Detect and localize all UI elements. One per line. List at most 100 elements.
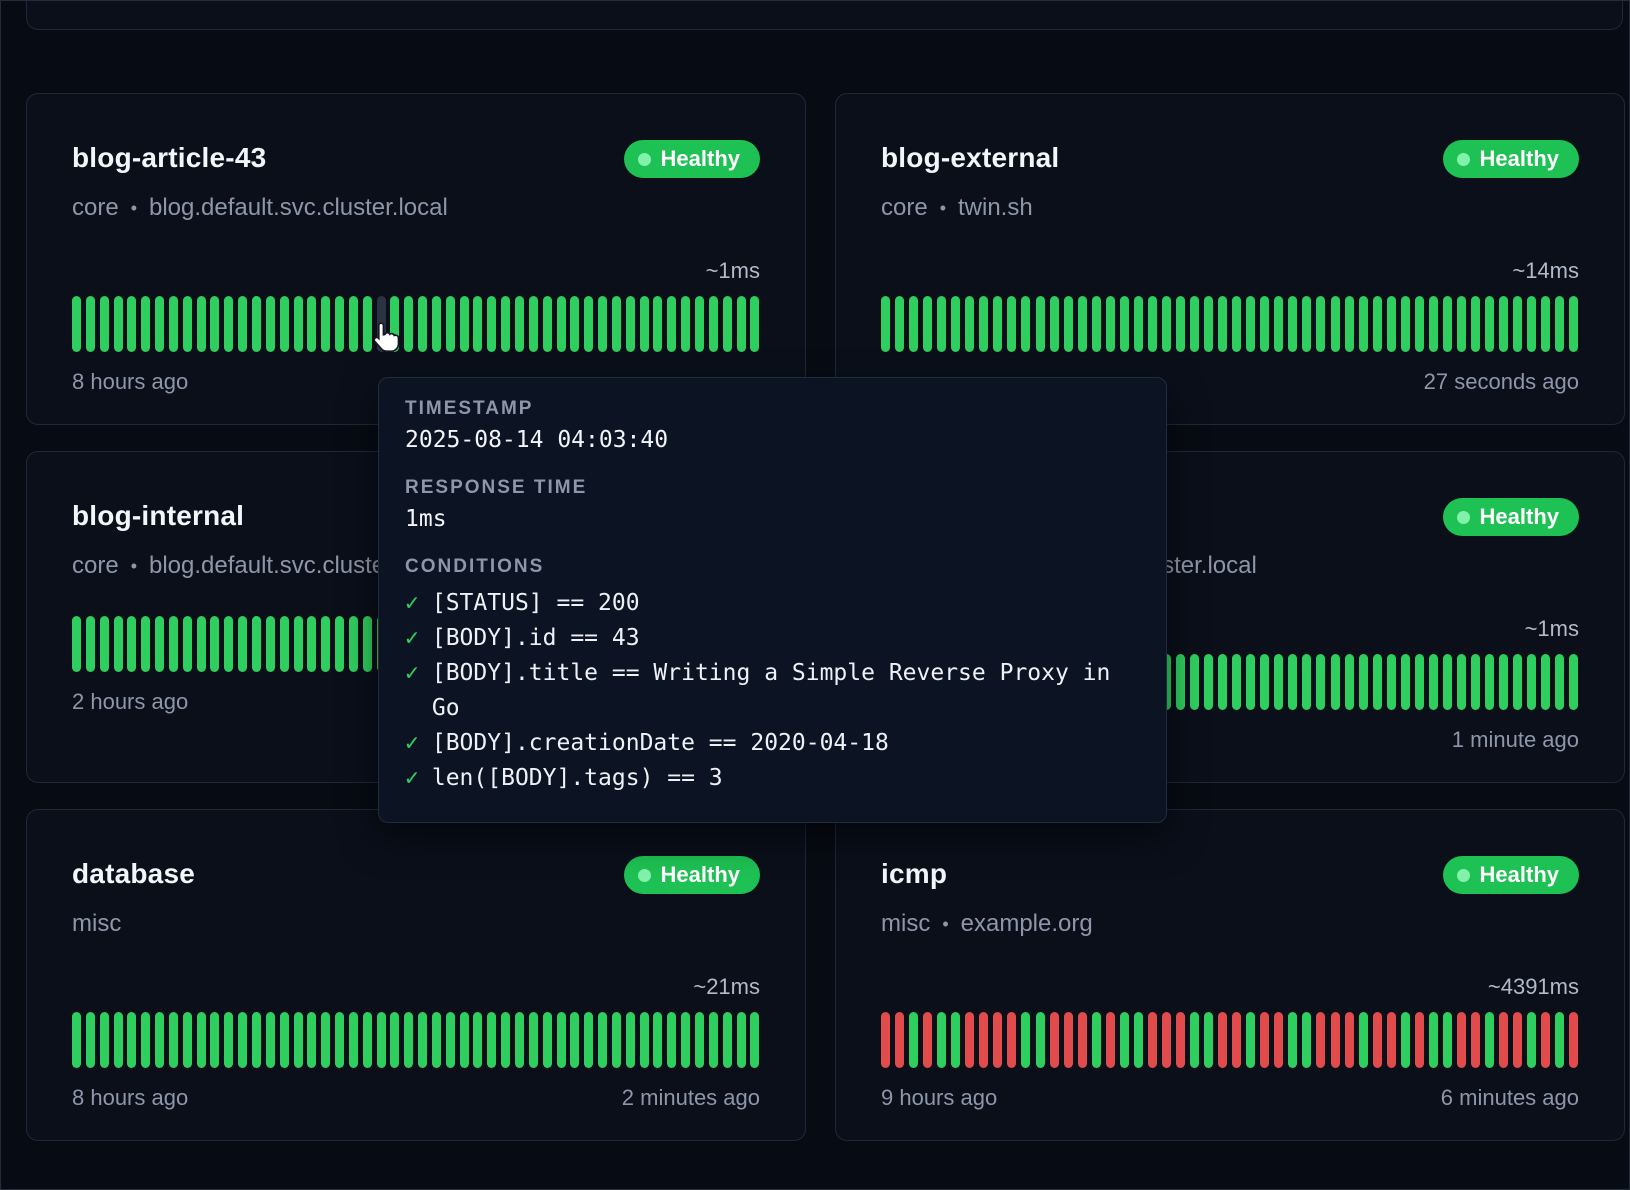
health-bar[interactable] (695, 296, 704, 352)
health-bar[interactable] (224, 296, 233, 352)
health-bar[interactable] (1106, 296, 1115, 352)
health-bar[interactable] (1429, 296, 1438, 352)
health-bar[interactable] (335, 296, 344, 352)
health-bar[interactable] (1288, 654, 1297, 710)
health-bar[interactable] (169, 1012, 178, 1068)
health-bar[interactable] (1064, 1012, 1073, 1068)
health-bar[interactable] (1204, 654, 1213, 710)
health-bar[interactable] (1359, 296, 1368, 352)
health-bar[interactable] (335, 1012, 344, 1068)
health-bar[interactable] (1359, 1012, 1368, 1068)
health-bar[interactable] (1050, 1012, 1059, 1068)
endpoint-card[interactable]: blog-external Healthy core • twin.sh ~14… (835, 93, 1625, 425)
health-bar[interactable] (1429, 654, 1438, 710)
health-bar[interactable] (1513, 1012, 1522, 1068)
health-bar[interactable] (169, 616, 178, 672)
health-bar[interactable] (1302, 1012, 1311, 1068)
health-bar[interactable] (951, 296, 960, 352)
health-bar[interactable] (1190, 654, 1199, 710)
health-bar[interactable] (570, 296, 579, 352)
health-bar[interactable] (993, 1012, 1002, 1068)
health-bar[interactable] (183, 616, 192, 672)
health-bar[interactable] (1176, 296, 1185, 352)
health-bar[interactable] (197, 296, 206, 352)
health-bar[interactable] (529, 1012, 538, 1068)
health-bar[interactable] (197, 616, 206, 672)
health-bar[interactable] (1120, 1012, 1129, 1068)
health-bar[interactable] (1036, 1012, 1045, 1068)
health-bar[interactable] (210, 296, 219, 352)
health-bar[interactable] (695, 1012, 704, 1068)
health-bar[interactable] (307, 616, 316, 672)
health-bar[interactable] (1036, 296, 1045, 352)
health-bar[interactable] (1120, 296, 1129, 352)
health-bar[interactable] (723, 296, 732, 352)
health-bar[interactable] (266, 1012, 275, 1068)
health-bar[interactable] (349, 616, 358, 672)
health-bar[interactable] (951, 1012, 960, 1068)
health-bar[interactable] (224, 616, 233, 672)
health-bar[interactable] (501, 296, 510, 352)
health-bar[interactable] (1443, 1012, 1452, 1068)
health-bar[interactable] (210, 1012, 219, 1068)
health-bar[interactable] (681, 1012, 690, 1068)
health-bar[interactable] (280, 616, 289, 672)
health-bar[interactable] (750, 1012, 759, 1068)
health-bar[interactable] (238, 296, 247, 352)
health-bar[interactable] (1345, 296, 1354, 352)
health-bar[interactable] (141, 616, 150, 672)
health-bar[interactable] (937, 296, 946, 352)
health-bar[interactable] (1555, 1012, 1564, 1068)
endpoint-card[interactable]: blog-article-43 Healthy core • blog.defa… (26, 93, 806, 425)
health-bar[interactable] (1078, 1012, 1087, 1068)
health-bar[interactable] (1541, 1012, 1550, 1068)
health-bar[interactable] (432, 296, 441, 352)
health-bar[interactable] (1288, 296, 1297, 352)
health-bar[interactable] (183, 1012, 192, 1068)
health-bar[interactable] (909, 296, 918, 352)
health-bar[interactable] (1527, 296, 1536, 352)
health-bar[interactable] (1106, 1012, 1115, 1068)
health-bar[interactable] (1387, 654, 1396, 710)
health-bar[interactable] (1190, 296, 1199, 352)
health-bar[interactable] (294, 296, 303, 352)
health-bar[interactable] (1007, 1012, 1016, 1068)
health-bar[interactable] (598, 296, 607, 352)
health-bar[interactable] (1260, 654, 1269, 710)
health-bar[interactable] (335, 616, 344, 672)
health-bar[interactable] (965, 296, 974, 352)
health-bar[interactable] (557, 1012, 566, 1068)
health-bar[interactable] (321, 296, 330, 352)
health-bar[interactable] (584, 1012, 593, 1068)
health-bar[interactable] (114, 1012, 123, 1068)
health-bar[interactable] (1218, 1012, 1227, 1068)
health-bar[interactable] (909, 1012, 918, 1068)
health-bar[interactable] (1218, 296, 1227, 352)
health-bar[interactable] (252, 296, 261, 352)
health-bar[interactable] (1316, 654, 1325, 710)
health-bar[interactable] (446, 1012, 455, 1068)
health-bar[interactable] (349, 1012, 358, 1068)
health-bar[interactable] (1204, 1012, 1213, 1068)
endpoint-card[interactable]: database Healthy misc ~21ms 8 hours ago … (26, 809, 806, 1141)
health-bar[interactable] (1260, 1012, 1269, 1068)
health-bar[interactable] (197, 1012, 206, 1068)
health-bar[interactable] (626, 296, 635, 352)
health-bar[interactable] (473, 296, 482, 352)
health-bar[interactable] (210, 616, 219, 672)
health-bar[interactable] (1246, 296, 1255, 352)
health-bar[interactable] (1499, 296, 1508, 352)
health-bar[interactable] (612, 296, 621, 352)
health-bar[interactable] (307, 1012, 316, 1068)
health-bar[interactable] (515, 296, 524, 352)
health-bar[interactable] (1274, 1012, 1283, 1068)
health-bar[interactable] (1162, 1012, 1171, 1068)
health-bar[interactable] (584, 296, 593, 352)
health-bar[interactable] (881, 296, 890, 352)
health-bar[interactable] (1331, 296, 1340, 352)
health-bar[interactable] (1415, 654, 1424, 710)
health-bar[interactable] (1555, 654, 1564, 710)
health-bar[interactable] (1373, 654, 1382, 710)
health-bar[interactable] (501, 1012, 510, 1068)
health-bar[interactable] (895, 296, 904, 352)
